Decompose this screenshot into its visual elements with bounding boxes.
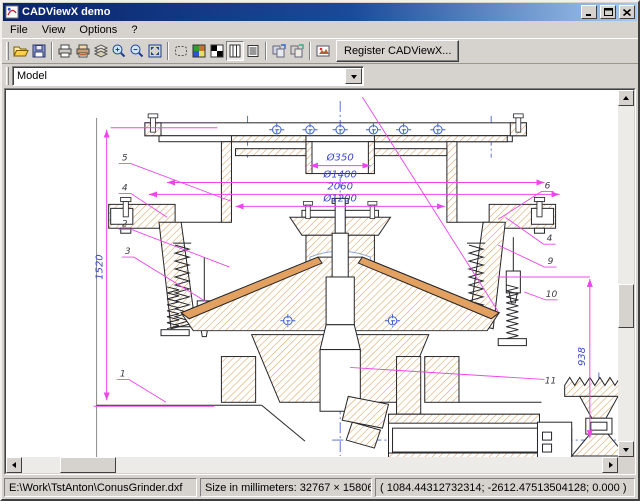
print-button[interactable] [56, 41, 74, 61]
title-bar[interactable]: CADViewX demo [3, 3, 637, 21]
floppy-disk-icon [31, 43, 47, 59]
dim-1520: 1520 [95, 254, 106, 279]
app-icon [5, 5, 19, 19]
printer-icon [57, 43, 73, 59]
printer-color-icon [75, 43, 91, 59]
layers-button[interactable] [92, 41, 110, 61]
dim-dia350: Ø350 [326, 152, 354, 164]
toolbar-separator [265, 42, 267, 60]
combobox-dropdown-button[interactable] [345, 68, 362, 84]
select-region-button[interactable] [172, 41, 190, 61]
arrow-down-icon [623, 448, 629, 455]
vertical-scroll-thumb[interactable] [618, 284, 634, 328]
structure-view-button[interactable] [244, 41, 262, 61]
pulley [565, 377, 618, 456]
arrow-left-icon [9, 462, 16, 468]
open-file-button[interactable] [12, 41, 30, 61]
callout-4-left: 4 [122, 183, 128, 193]
client-area: Ø350 Ø1400 2060 Ø1200 1520 938 [4, 88, 636, 475]
layout-row: Model [2, 64, 638, 88]
toolbar-separator [167, 42, 169, 60]
close-icon [623, 9, 631, 16]
zoom-extents-icon [147, 43, 163, 59]
layout-combobox-value: Model [13, 70, 345, 82]
save-file-button[interactable] [30, 41, 48, 61]
toolbar: Register CADViewX... [2, 38, 638, 64]
color-view-button[interactable] [190, 41, 208, 61]
minimize-icon [585, 8, 593, 16]
color-mode-icon [191, 43, 207, 59]
dim-dia1200: Ø1200 [322, 192, 357, 204]
zoom-in-icon [111, 43, 127, 59]
callout-1: 1 [120, 369, 126, 379]
menu-view[interactable]: View [35, 23, 73, 37]
close-button[interactable] [619, 5, 635, 19]
vertical-scrollbar[interactable] [618, 90, 634, 457]
black-white-mode-icon [209, 43, 225, 59]
dim-2060: 2060 [327, 182, 353, 193]
zoom-in-button[interactable] [110, 41, 128, 61]
callout-5: 5 [122, 154, 128, 164]
callout-10: 10 [546, 290, 558, 300]
scroll-up-button[interactable] [618, 90, 634, 106]
status-file-path: E:\Work\TstAnton\ConusGrinder.dxf [4, 478, 197, 497]
layout-combobox[interactable]: Model [12, 66, 364, 86]
monochrome-view-button[interactable] [208, 41, 226, 61]
cad-drawing: Ø350 Ø1400 2060 Ø1200 1520 938 [6, 90, 618, 457]
chevron-down-icon [351, 75, 357, 82]
dim-938: 938 [577, 347, 588, 366]
list-lines-icon [245, 43, 261, 59]
status-coordinates: ( 1084.44312732314; -2612.47513504128; 0… [375, 478, 635, 497]
toolbar-separator [309, 42, 311, 60]
maximize-icon [604, 8, 613, 16]
combo-gripper[interactable] [6, 67, 9, 85]
callout-4-right: 4 [547, 234, 553, 244]
picture-icon [315, 43, 331, 59]
open-folder-icon [13, 43, 29, 59]
status-bar: E:\Work\TstAnton\ConusGrinder.dxf Size i… [2, 475, 638, 499]
scroll-down-button[interactable] [618, 441, 634, 457]
arrow-right-icon [609, 462, 616, 468]
zoom-extents-button[interactable] [146, 41, 164, 61]
layers-icon [93, 43, 109, 59]
horizontal-scrollbar[interactable] [6, 457, 618, 473]
about-button[interactable] [314, 41, 332, 61]
menu-options[interactable]: Options [72, 23, 124, 37]
scroll-right-button[interactable] [602, 457, 618, 473]
window-title: CADViewX demo [22, 6, 578, 18]
zoom-out-icon [129, 43, 145, 59]
status-size-info: Size in millimeters: 32767 × 15806 [200, 478, 372, 497]
toolbar-gripper[interactable] [6, 42, 9, 60]
copy-pages-icon [271, 43, 287, 59]
maximize-button[interactable] [600, 5, 616, 19]
scroll-left-button[interactable] [6, 457, 22, 473]
scrollbar-corner [618, 457, 634, 473]
callout-6: 6 [545, 182, 551, 192]
callout-11: 11 [545, 376, 557, 386]
print-setup-button[interactable] [74, 41, 92, 61]
drawing-canvas[interactable]: Ø350 Ø1400 2060 Ø1200 1520 938 [6, 90, 618, 457]
horizontal-scroll-thumb[interactable] [60, 457, 116, 473]
callout-2: 2 [122, 219, 128, 229]
callout-9: 9 [548, 257, 554, 267]
menu-file[interactable]: File [3, 23, 35, 37]
copy-vector-button[interactable] [270, 41, 288, 61]
dim-dia1400: Ø1400 [322, 169, 357, 181]
minimize-button[interactable] [581, 5, 597, 19]
page-view-icon [227, 43, 243, 59]
page-view-button[interactable] [226, 41, 244, 61]
callout-3: 3 [125, 247, 131, 257]
selection-marquee-icon [173, 43, 189, 59]
register-button[interactable]: Register CADViewX... [336, 40, 459, 62]
copy-raster-button[interactable] [288, 41, 306, 61]
copy-image-icon [289, 43, 305, 59]
menu-help[interactable]: ? [124, 23, 144, 37]
toolbar-separator [51, 42, 53, 60]
zoom-out-button[interactable] [128, 41, 146, 61]
arrow-up-icon [623, 93, 629, 100]
app-window: CADViewX demo File View Options ? [0, 0, 640, 501]
menu-bar: File View Options ? [2, 22, 638, 38]
